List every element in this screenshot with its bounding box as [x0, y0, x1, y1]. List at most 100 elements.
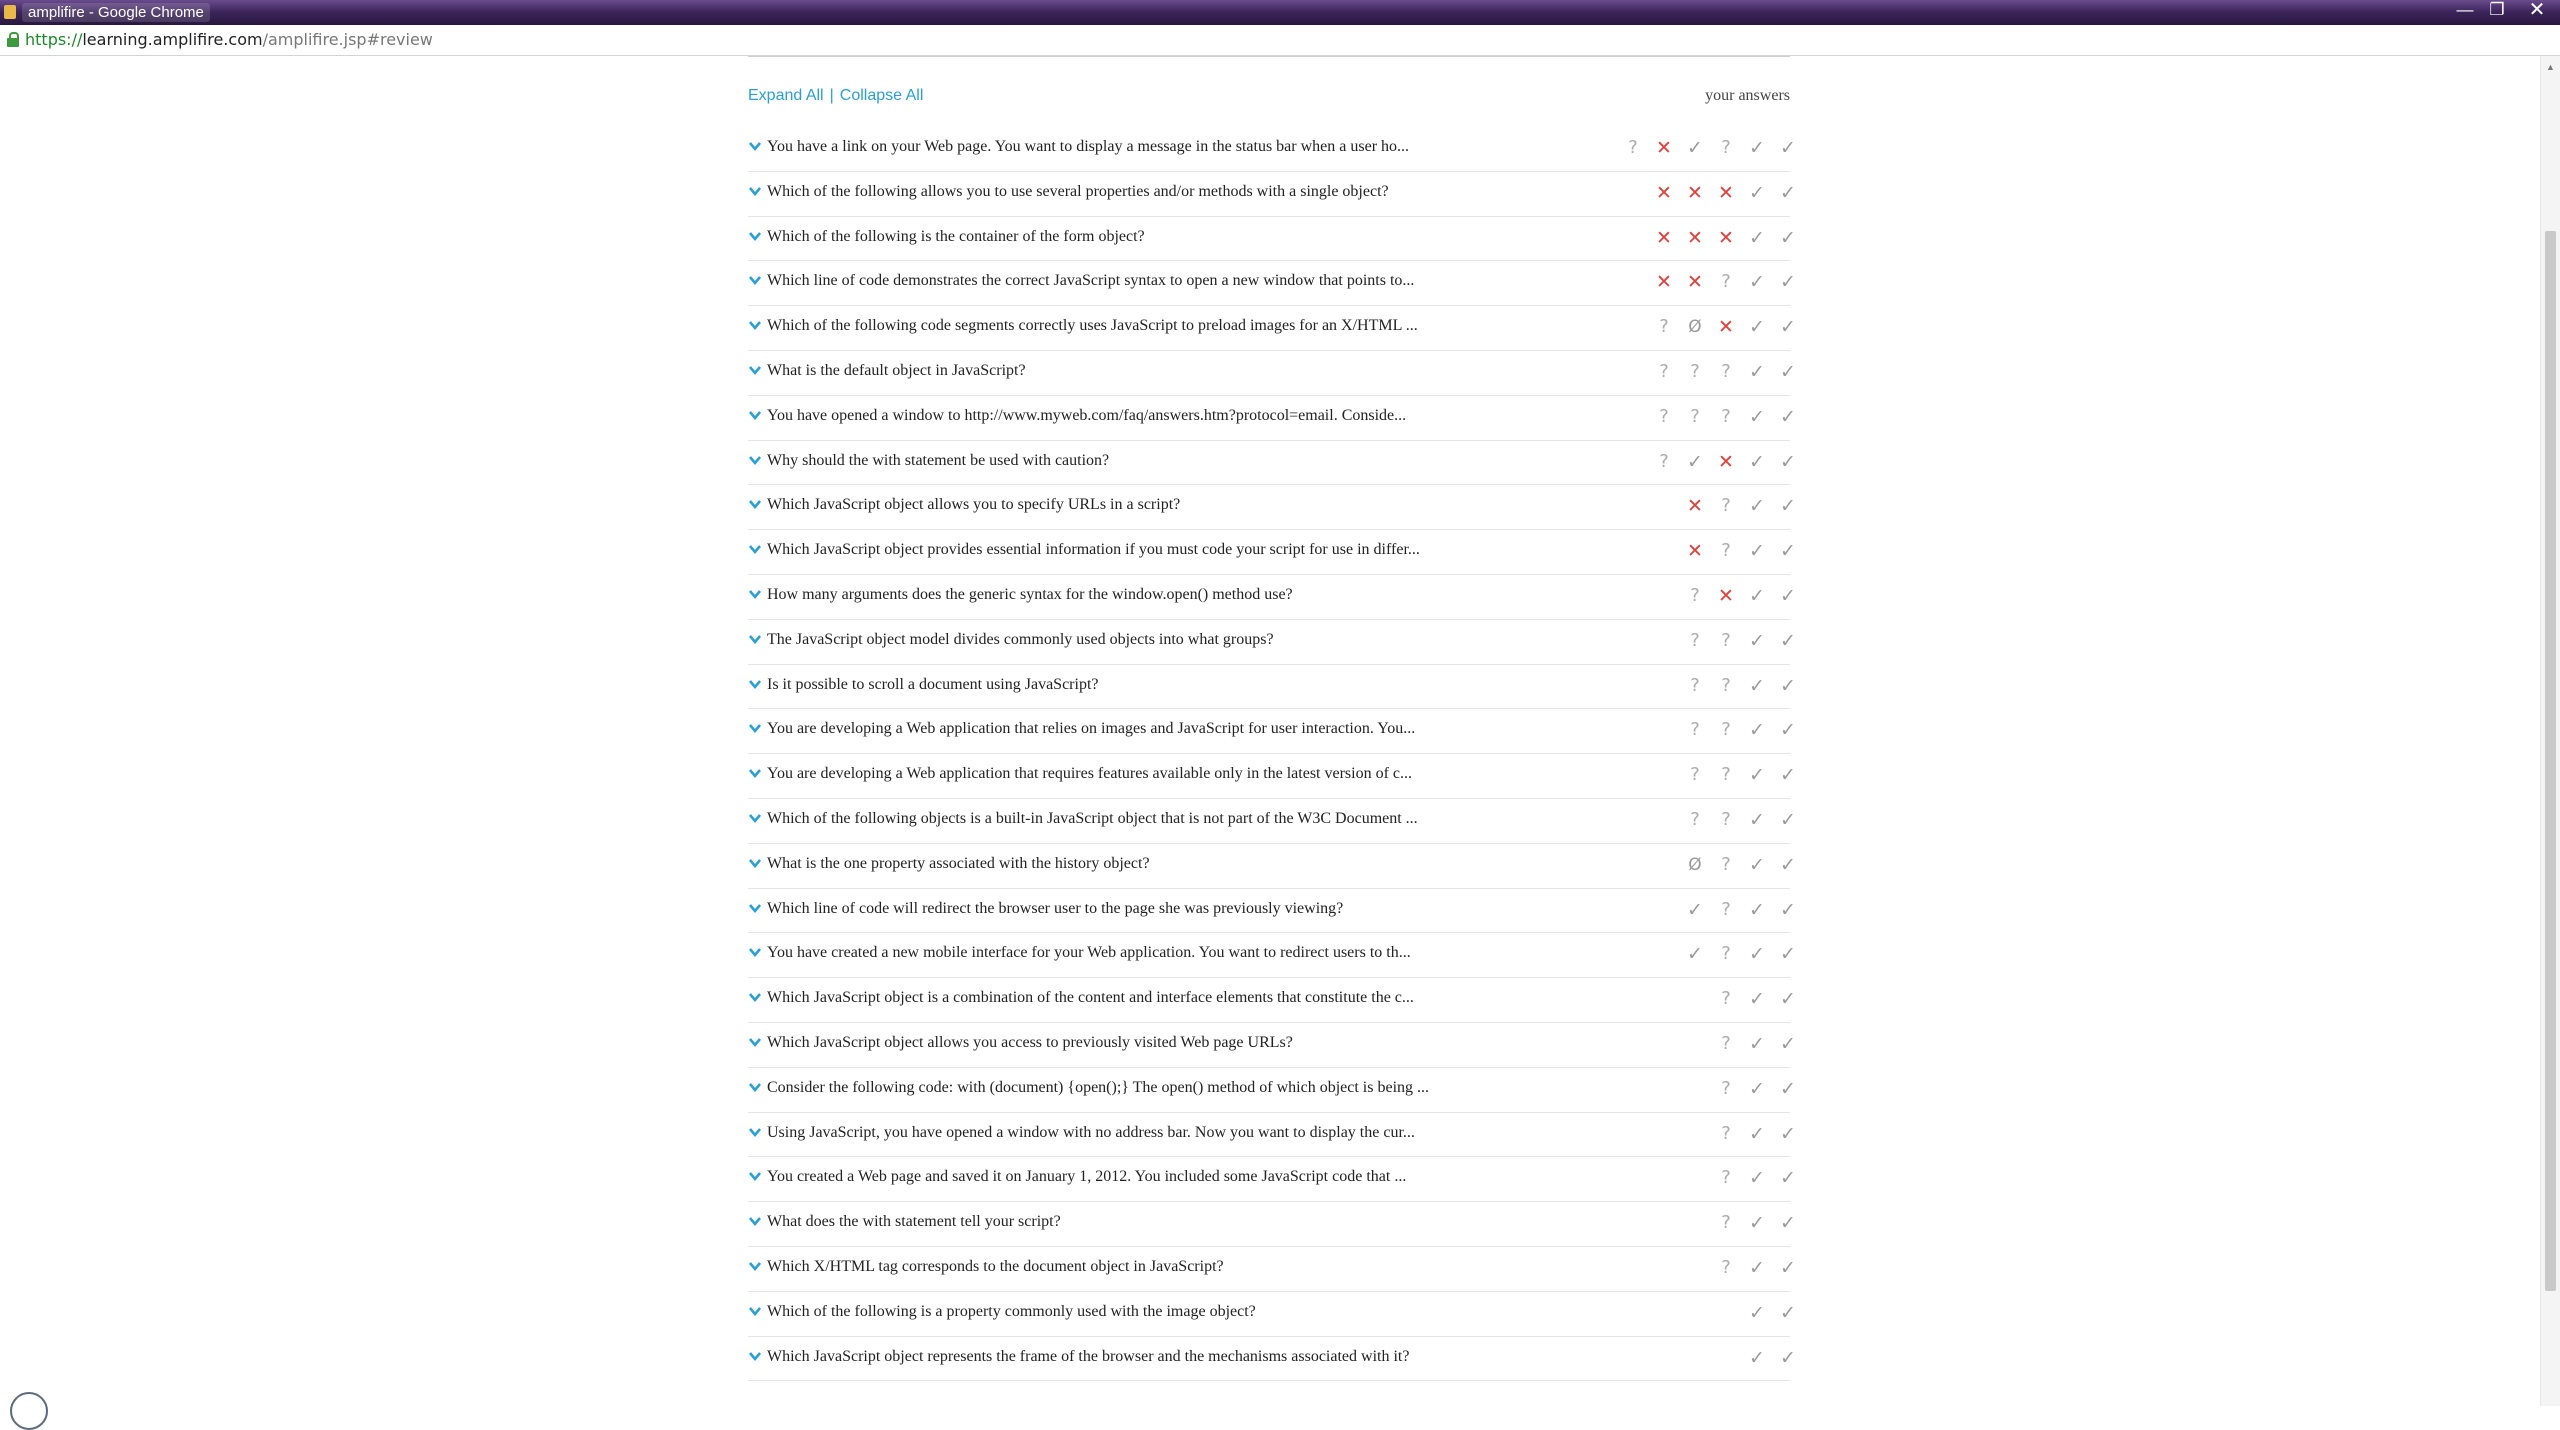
question-text[interactable]: Which JavaScript object represents the f… — [767, 1347, 1777, 1367]
question-text[interactable]: How many arguments does the generic synt… — [767, 585, 1777, 605]
check-icon: ✓ — [1749, 360, 1765, 383]
chevron-down-icon[interactable] — [748, 990, 762, 1004]
question-text[interactable]: What is the one property associated with… — [767, 854, 1777, 874]
chevron-down-icon[interactable] — [748, 318, 762, 332]
question-row[interactable]: Using JavaScript, you have opened a wind… — [748, 1113, 1796, 1158]
question-row[interactable]: You have created a new mobile interface … — [748, 933, 1796, 979]
question-text[interactable]: What does the with statement tell your s… — [767, 1212, 1777, 1232]
question-text[interactable]: Which line of code demonstrates the corr… — [767, 271, 1777, 291]
question-text[interactable]: Which line of code will redirect the bro… — [767, 899, 1777, 919]
question-icon: ? — [1721, 1077, 1731, 1099]
question-icon: ? — [1721, 1212, 1731, 1234]
question-text[interactable]: Which JavaScript object provides essenti… — [767, 540, 1777, 560]
check-icon: ✓ — [1780, 808, 1796, 831]
chevron-down-icon[interactable] — [748, 721, 762, 735]
chevron-down-icon[interactable] — [748, 229, 762, 243]
question-row[interactable]: What does the with statement tell your s… — [748, 1202, 1796, 1247]
chevron-down-icon[interactable] — [748, 901, 762, 915]
chevron-down-icon[interactable] — [748, 766, 762, 780]
question-row[interactable]: Which line of code demonstrates the corr… — [748, 261, 1796, 307]
question-row[interactable]: You created a Web page and saved it on J… — [748, 1157, 1796, 1203]
question-row[interactable]: Which of the following allows you to use… — [748, 172, 1796, 217]
question-row[interactable]: Which JavaScript object represents the f… — [748, 1337, 1796, 1382]
question-text[interactable]: The JavaScript object model divides comm… — [767, 630, 1777, 650]
question-row[interactable]: Which of the following code segments cor… — [748, 306, 1796, 351]
question-text[interactable]: Which of the following code segments cor… — [767, 316, 1777, 336]
question-text[interactable]: Why should the with statement be used wi… — [767, 451, 1777, 471]
question-text[interactable]: Which of the following objects is a buil… — [767, 809, 1777, 829]
close-button[interactable]: ✕ — [2514, 0, 2560, 20]
address-bar[interactable]: https://learning.amplifire.com/amplifire… — [0, 25, 2560, 56]
scroll-thumb[interactable] — [2545, 231, 2556, 1291]
chevron-down-icon[interactable] — [748, 184, 762, 198]
question-text[interactable]: Which JavaScript object allows you to sp… — [767, 495, 1777, 515]
question-text[interactable]: Which of the following is the container … — [767, 227, 1777, 247]
question-text[interactable]: You created a Web page and saved it on J… — [767, 1167, 1777, 1187]
chevron-down-icon[interactable] — [748, 632, 762, 646]
question-icon: ? — [1659, 360, 1669, 382]
question-row[interactable]: The JavaScript object model divides comm… — [748, 620, 1796, 665]
check-icon: ✓ — [1780, 988, 1796, 1011]
chevron-down-icon[interactable] — [748, 677, 762, 691]
question-row[interactable]: How many arguments does the generic synt… — [748, 575, 1796, 620]
minimize-button[interactable]: — — [2450, 0, 2480, 20]
chevron-down-icon[interactable] — [748, 856, 762, 870]
chevron-down-icon[interactable] — [748, 1080, 762, 1094]
question-row[interactable]: Which of the following is a property com… — [748, 1292, 1796, 1337]
question-text[interactable]: You are developing a Web application tha… — [767, 719, 1777, 739]
scroll-up-arrow-icon[interactable]: ▲ — [2546, 62, 2555, 72]
chevron-down-icon[interactable] — [748, 945, 762, 959]
question-text[interactable]: Which of the following is a property com… — [767, 1302, 1777, 1322]
question-row[interactable]: Is it possible to scroll a document usin… — [748, 665, 1796, 710]
question-row[interactable]: What is the default object in JavaScript… — [748, 351, 1796, 396]
chevron-down-icon[interactable] — [748, 408, 762, 422]
chevron-down-icon[interactable] — [748, 1125, 762, 1139]
question-text[interactable]: Which JavaScript object is a combination… — [767, 988, 1777, 1008]
question-text[interactable]: You are developing a Web application tha… — [767, 764, 1777, 784]
question-text[interactable]: What is the default object in JavaScript… — [767, 361, 1777, 381]
question-text[interactable]: Is it possible to scroll a document usin… — [767, 675, 1777, 695]
chevron-down-icon[interactable] — [748, 273, 762, 287]
chevron-down-icon[interactable] — [748, 587, 762, 601]
question-row[interactable]: Which X/HTML tag corresponds to the docu… — [748, 1247, 1796, 1292]
question-text[interactable]: You have created a new mobile interface … — [767, 943, 1777, 963]
question-row[interactable]: You are developing a Web application tha… — [748, 754, 1796, 799]
question-text[interactable]: Which JavaScript object allows you acces… — [767, 1033, 1777, 1053]
question-row[interactable]: Which line of code will redirect the bro… — [748, 889, 1796, 934]
restore-button[interactable]: ❐ — [2482, 0, 2512, 20]
chevron-down-icon[interactable] — [748, 1169, 762, 1183]
question-row[interactable]: Why should the with statement be used wi… — [748, 441, 1796, 486]
question-row[interactable]: What is the one property associated with… — [748, 844, 1796, 889]
question-row[interactable]: You have opened a window to http://www.m… — [748, 396, 1796, 441]
question-row[interactable]: Which JavaScript object provides essenti… — [748, 530, 1796, 575]
question-row[interactable]: Which JavaScript object allows you to sp… — [748, 485, 1796, 531]
question-row[interactable]: Which JavaScript object is a combination… — [748, 978, 1796, 1023]
question-row[interactable]: You have a link on your Web page. You wa… — [748, 127, 1796, 172]
question-text[interactable]: Consider the following code: with (docum… — [767, 1078, 1777, 1098]
chevron-down-icon[interactable] — [748, 139, 762, 153]
chevron-down-icon[interactable] — [748, 1304, 762, 1318]
url-text[interactable]: https://learning.amplifire.com/amplifire… — [25, 30, 433, 50]
expand-all-link[interactable]: Expand All — [748, 87, 824, 104]
question-row[interactable]: Which JavaScript object allows you acces… — [748, 1023, 1796, 1068]
question-row[interactable]: Which of the following objects is a buil… — [748, 799, 1796, 844]
question-row[interactable]: You are developing a Web application tha… — [748, 709, 1796, 755]
check-icon: ✓ — [1780, 1346, 1796, 1369]
chevron-down-icon[interactable] — [748, 1259, 762, 1273]
question-text[interactable]: Which of the following allows you to use… — [767, 182, 1777, 202]
chevron-down-icon[interactable] — [748, 542, 762, 556]
chevron-down-icon[interactable] — [748, 453, 762, 467]
chevron-down-icon[interactable] — [748, 811, 762, 825]
question-row[interactable]: Consider the following code: with (docum… — [748, 1068, 1796, 1113]
vertical-scrollbar[interactable]: ▲ — [2540, 56, 2560, 1406]
chevron-down-icon[interactable] — [748, 1349, 762, 1363]
collapse-all-link[interactable]: Collapse All — [840, 87, 924, 104]
chevron-down-icon[interactable] — [748, 363, 762, 377]
question-text[interactable]: Using JavaScript, you have opened a wind… — [767, 1123, 1777, 1143]
chevron-down-icon[interactable] — [748, 1035, 762, 1049]
question-row[interactable]: Which of the following is the container … — [748, 217, 1796, 262]
chevron-down-icon[interactable] — [748, 497, 762, 511]
question-text[interactable]: You have opened a window to http://www.m… — [767, 406, 1777, 426]
question-text[interactable]: Which X/HTML tag corresponds to the docu… — [767, 1257, 1777, 1277]
chevron-down-icon[interactable] — [748, 1214, 762, 1228]
